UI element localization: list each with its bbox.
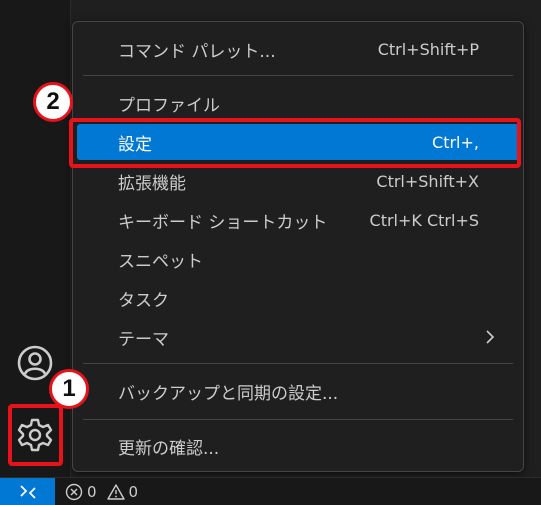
status-bar: 0 0 — [0, 477, 541, 505]
menu-item-shortcut: Ctrl+K Ctrl+S — [369, 210, 479, 230]
menu-item-shortcut: Ctrl+Shift+P — [377, 39, 479, 59]
menu-item-tasks[interactable]: タスク — [77, 280, 519, 316]
menu-item-extensions[interactable]: 拡張機能 Ctrl+Shift+X — [77, 163, 519, 199]
menu-item-label: コマンド パレット... — [118, 41, 276, 62]
account-icon — [17, 345, 53, 381]
menu-item-keyboard-shortcuts[interactable]: キーボード ショートカット Ctrl+K Ctrl+S — [77, 202, 519, 238]
menu-item-backup-sync[interactable]: バックアップと同期の設定... — [77, 373, 519, 409]
menu-item-label: キーボード ショートカット — [118, 212, 328, 233]
menu-item-label: スニペット — [118, 251, 203, 272]
settings-highlight-box — [69, 118, 521, 168]
menu-item-snippets[interactable]: スニペット — [77, 241, 519, 277]
error-icon — [65, 483, 83, 500]
menu-item-label: プロファイル — [118, 95, 220, 116]
menu-separator — [83, 419, 513, 420]
step-2-badge: 2 — [33, 82, 73, 122]
menu-item-label: バックアップと同期の設定... — [118, 383, 339, 404]
vscode-window: コマンド パレット... Ctrl+Shift+P プロファイル 設定 Ctrl… — [0, 0, 541, 505]
menu-separator — [83, 363, 513, 364]
chevron-right-icon — [486, 330, 495, 344]
menu-item-label: 拡張機能 — [118, 173, 186, 194]
warning-count: 0 — [128, 482, 139, 501]
menu-item-label: テーマ — [118, 329, 169, 350]
step-1-badge: 1 — [49, 369, 89, 409]
menu-item-command-palette[interactable]: コマンド パレット... Ctrl+Shift+P — [77, 31, 519, 67]
menu-item-profiles[interactable]: プロファイル — [77, 85, 519, 121]
menu-item-label: 更新の確認... — [118, 438, 220, 459]
remote-icon — [19, 484, 36, 499]
menu-separator — [83, 75, 513, 76]
menu-item-label: タスク — [118, 290, 169, 311]
manage-context-menu: コマンド パレット... Ctrl+Shift+P プロファイル 設定 Ctrl… — [72, 21, 524, 472]
menu-item-shortcut: Ctrl+Shift+X — [376, 171, 479, 191]
error-count: 0 — [87, 482, 97, 501]
remote-indicator-button[interactable] — [0, 478, 55, 505]
menu-item-themes[interactable]: テーマ — [77, 319, 519, 355]
warning-icon — [106, 483, 125, 500]
menu-item-check-updates[interactable]: 更新の確認... — [77, 428, 519, 464]
problems-indicator[interactable]: 0 0 — [65, 483, 144, 501]
manage-highlight-box — [8, 404, 63, 466]
